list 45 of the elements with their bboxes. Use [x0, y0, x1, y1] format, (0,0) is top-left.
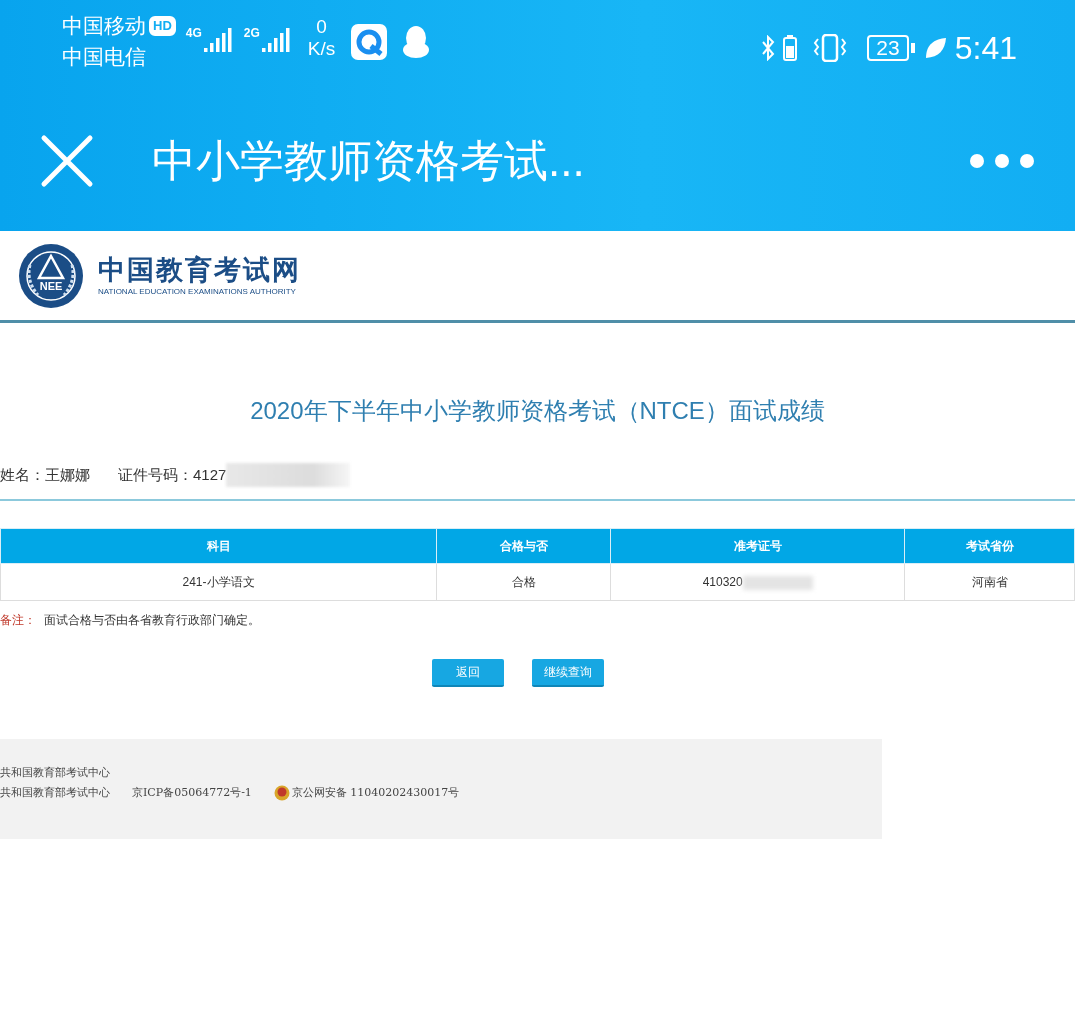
column-header: 科目 [0, 528, 437, 564]
column-header: 考试省份 [904, 528, 1075, 564]
hd-badge: HD [149, 15, 176, 36]
battery-icon [783, 35, 798, 61]
note-text: 面试合格与否由各省教育行政部门确定。 [44, 612, 260, 629]
field-label: 姓名： [0, 464, 45, 485]
signal-icon [261, 28, 292, 52]
action-button[interactable]: 返回 [431, 659, 504, 687]
close-button[interactable] [40, 133, 94, 188]
footer-text: 共和国教育部考试中心 [0, 785, 110, 801]
police-badge-icon [273, 785, 290, 801]
browser-app-icon [351, 24, 388, 60]
table-cell: 河南省 [971, 575, 1008, 589]
carrier-name: 中国移动 [62, 13, 146, 39]
footer-text: 共和国教育部考试中心 [0, 765, 110, 781]
table-cell: 合格 [511, 575, 536, 589]
window-title: 中小学教师资格考试... [151, 134, 586, 187]
column-header: 合格与否 [436, 528, 611, 564]
speed-unit: K/s [307, 38, 336, 60]
network-label: 2G [243, 25, 260, 42]
penguin-icon [401, 25, 432, 59]
footer-text: 京ICP备05064772号-1 [132, 785, 252, 801]
battery-tip-icon [910, 43, 915, 53]
column-header: 准考证号 [610, 528, 905, 564]
table-cell: 241-小学语文 [182, 575, 255, 589]
signal-icon [203, 28, 234, 52]
field-label: 证件号码： [118, 464, 193, 485]
clock-time: 5:41 [954, 29, 1017, 68]
network-label: 4G [185, 25, 202, 42]
battery-level: 23 [867, 35, 909, 61]
emblem-icon [18, 242, 84, 309]
vibrate-icon [813, 34, 848, 62]
page-title: 2020年下半年中小学教师资格考试（NTCE）面试成绩 [249, 396, 826, 426]
site-name-english: NATIONAL EDUCATION EXAMINATIONS AUTHORITY [98, 285, 297, 298]
footer-text: 京公网安备 11040202430017号 [291, 785, 460, 801]
blur-patch [742, 575, 813, 590]
field-value: 4127 [193, 464, 227, 485]
action-button[interactable]: 继续查询 [531, 659, 604, 687]
site-name: 中国教育考试网 [98, 253, 301, 286]
speed-value: 0 [315, 16, 328, 38]
carrier-name: 中国电信 [62, 44, 146, 70]
bluetooth-icon [761, 35, 776, 61]
table-cell: 410320 [702, 575, 743, 589]
field-value: 王娜娜 [45, 464, 90, 485]
note-label: 备注： [0, 612, 36, 629]
